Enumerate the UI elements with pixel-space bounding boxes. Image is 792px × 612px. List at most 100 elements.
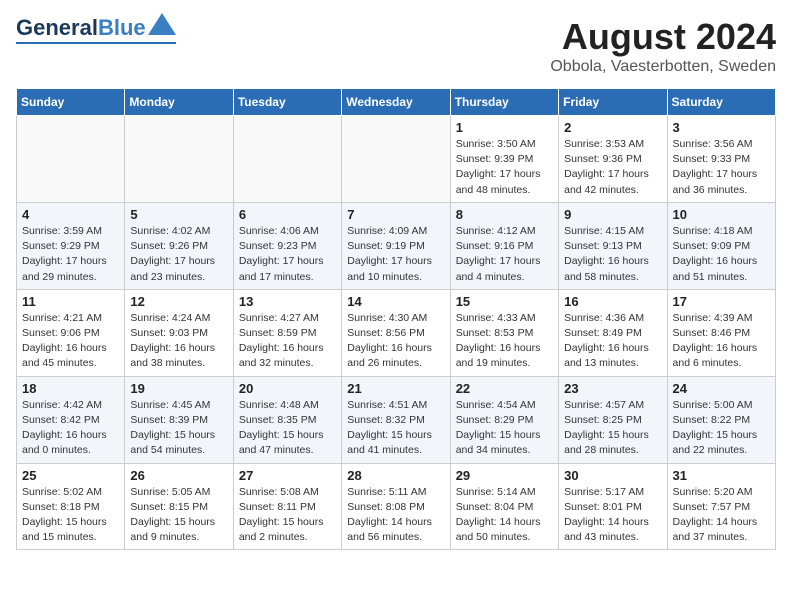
calendar-week-row: 11 Sunrise: 4:21 AM Sunset: 9:06 PM Dayli… <box>17 289 776 376</box>
calendar-week-row: 25 Sunrise: 5:02 AM Sunset: 8:18 PM Dayli… <box>17 463 776 550</box>
day-number: 18 <box>22 381 119 396</box>
day-number: 6 <box>239 207 336 222</box>
calendar-week-row: 18Sunrise: 4:42 AM Sunset: 8:42 PM Dayli… <box>17 376 776 463</box>
calendar-cell: 12 Sunrise: 4:24 AM Sunset: 9:03 PM Dayli… <box>125 289 233 376</box>
calendar-cell: 4 Sunrise: 3:59 AM Sunset: 9:29 PM Daylig… <box>17 202 125 289</box>
logo-icon <box>148 13 176 35</box>
col-header-sunday: Sunday <box>17 89 125 116</box>
day-info: Sunrise: 3:59 AM Sunset: 9:29 PM Dayligh… <box>22 224 119 285</box>
day-number: 27 <box>239 468 336 483</box>
day-number: 14 <box>347 294 444 309</box>
day-number: 17 <box>673 294 770 309</box>
logo: GeneralBlue <box>16 16 176 44</box>
day-number: 21 <box>347 381 444 396</box>
calendar-cell: 28 Sunrise: 5:11 AM Sunset: 8:08 PM Dayli… <box>342 463 450 550</box>
day-info: Sunrise: 3:50 AM Sunset: 9:39 PM Dayligh… <box>456 137 553 198</box>
calendar-cell: 14 Sunrise: 4:30 AM Sunset: 8:56 PM Dayli… <box>342 289 450 376</box>
day-number: 8 <box>456 207 553 222</box>
day-info: Sunrise: 5:17 AM Sunset: 8:01 PM Dayligh… <box>564 485 661 546</box>
day-info: Sunrise: 4:02 AM Sunset: 9:26 PM Dayligh… <box>130 224 227 285</box>
day-info: Sunrise: 5:02 AM Sunset: 8:18 PM Dayligh… <box>22 485 119 546</box>
day-number: 16 <box>564 294 661 309</box>
day-info: Sunrise: 5:20 AM Sunset: 7:57 PM Dayligh… <box>673 485 770 546</box>
day-info: Sunrise: 4:24 AM Sunset: 9:03 PM Dayligh… <box>130 311 227 372</box>
col-header-thursday: Thursday <box>450 89 558 116</box>
day-info: Sunrise: 4:48 AM Sunset: 8:35 PM Dayligh… <box>239 398 336 459</box>
day-info: Sunrise: 4:30 AM Sunset: 8:56 PM Dayligh… <box>347 311 444 372</box>
calendar-cell: 26 Sunrise: 5:05 AM Sunset: 8:15 PM Dayli… <box>125 463 233 550</box>
calendar-table: SundayMondayTuesdayWednesdayThursdayFrid… <box>16 88 776 550</box>
day-number: 26 <box>130 468 227 483</box>
day-info: Sunrise: 3:53 AM Sunset: 9:36 PM Dayligh… <box>564 137 661 198</box>
calendar-cell: 15Sunrise: 4:33 AM Sunset: 8:53 PM Dayli… <box>450 289 558 376</box>
calendar-header-row: SundayMondayTuesdayWednesdayThursdayFrid… <box>17 89 776 116</box>
calendar-cell: 29 Sunrise: 5:14 AM Sunset: 8:04 PM Dayli… <box>450 463 558 550</box>
calendar-cell: 10Sunrise: 4:18 AM Sunset: 9:09 PM Dayli… <box>667 202 775 289</box>
day-info: Sunrise: 4:21 AM Sunset: 9:06 PM Dayligh… <box>22 311 119 372</box>
col-header-wednesday: Wednesday <box>342 89 450 116</box>
day-number: 19 <box>130 381 227 396</box>
calendar-cell: 19 Sunrise: 4:45 AM Sunset: 8:39 PM Dayli… <box>125 376 233 463</box>
day-info: Sunrise: 5:05 AM Sunset: 8:15 PM Dayligh… <box>130 485 227 546</box>
day-info: Sunrise: 5:14 AM Sunset: 8:04 PM Dayligh… <box>456 485 553 546</box>
calendar-cell: 31 Sunrise: 5:20 AM Sunset: 7:57 PM Dayli… <box>667 463 775 550</box>
day-number: 2 <box>564 120 661 135</box>
calendar-cell: 16 Sunrise: 4:36 AM Sunset: 8:49 PM Dayli… <box>559 289 667 376</box>
calendar-cell <box>233 116 341 203</box>
col-header-monday: Monday <box>125 89 233 116</box>
calendar-cell: 30 Sunrise: 5:17 AM Sunset: 8:01 PM Dayli… <box>559 463 667 550</box>
day-number: 31 <box>673 468 770 483</box>
day-number: 25 <box>22 468 119 483</box>
month-title: August 2024 <box>550 16 776 58</box>
calendar-cell: 24 Sunrise: 5:00 AM Sunset: 8:22 PM Dayli… <box>667 376 775 463</box>
calendar-cell: 8 Sunrise: 4:12 AM Sunset: 9:16 PM Daylig… <box>450 202 558 289</box>
day-info: Sunrise: 5:00 AM Sunset: 8:22 PM Dayligh… <box>673 398 770 459</box>
day-number: 29 <box>456 468 553 483</box>
day-number: 3 <box>673 120 770 135</box>
calendar-cell: 13 Sunrise: 4:27 AM Sunset: 8:59 PM Dayli… <box>233 289 341 376</box>
day-number: 22 <box>456 381 553 396</box>
calendar-cell: 18Sunrise: 4:42 AM Sunset: 8:42 PM Dayli… <box>17 376 125 463</box>
day-info: Sunrise: 4:39 AM Sunset: 8:46 PM Dayligh… <box>673 311 770 372</box>
day-info: Sunrise: 3:56 AM Sunset: 9:33 PM Dayligh… <box>673 137 770 198</box>
calendar-cell: 5 Sunrise: 4:02 AM Sunset: 9:26 PM Daylig… <box>125 202 233 289</box>
day-number: 7 <box>347 207 444 222</box>
calendar-cell: 23 Sunrise: 4:57 AM Sunset: 8:25 PM Dayli… <box>559 376 667 463</box>
calendar-cell: 2 Sunrise: 3:53 AM Sunset: 9:36 PM Daylig… <box>559 116 667 203</box>
day-info: Sunrise: 5:11 AM Sunset: 8:08 PM Dayligh… <box>347 485 444 546</box>
day-info: Sunrise: 4:33 AM Sunset: 8:53 PM Dayligh… <box>456 311 553 372</box>
col-header-tuesday: Tuesday <box>233 89 341 116</box>
day-info: Sunrise: 4:06 AM Sunset: 9:23 PM Dayligh… <box>239 224 336 285</box>
calendar-cell <box>125 116 233 203</box>
calendar-cell: 7 Sunrise: 4:09 AM Sunset: 9:19 PM Daylig… <box>342 202 450 289</box>
logo-text: GeneralBlue <box>16 16 146 40</box>
day-number: 9 <box>564 207 661 222</box>
day-info: Sunrise: 4:12 AM Sunset: 9:16 PM Dayligh… <box>456 224 553 285</box>
day-number: 28 <box>347 468 444 483</box>
day-number: 11 <box>22 294 119 309</box>
page-header: GeneralBlue August 2024 Obbola, Vaesterb… <box>16 16 776 76</box>
day-number: 1 <box>456 120 553 135</box>
day-info: Sunrise: 4:54 AM Sunset: 8:29 PM Dayligh… <box>456 398 553 459</box>
day-info: Sunrise: 4:27 AM Sunset: 8:59 PM Dayligh… <box>239 311 336 372</box>
day-number: 4 <box>22 207 119 222</box>
calendar-cell <box>17 116 125 203</box>
col-header-friday: Friday <box>559 89 667 116</box>
day-info: Sunrise: 4:15 AM Sunset: 9:13 PM Dayligh… <box>564 224 661 285</box>
day-number: 13 <box>239 294 336 309</box>
day-info: Sunrise: 4:18 AM Sunset: 9:09 PM Dayligh… <box>673 224 770 285</box>
day-info: Sunrise: 4:09 AM Sunset: 9:19 PM Dayligh… <box>347 224 444 285</box>
day-number: 5 <box>130 207 227 222</box>
calendar-cell: 21Sunrise: 4:51 AM Sunset: 8:32 PM Dayli… <box>342 376 450 463</box>
day-info: Sunrise: 4:45 AM Sunset: 8:39 PM Dayligh… <box>130 398 227 459</box>
day-number: 24 <box>673 381 770 396</box>
calendar-cell: 25 Sunrise: 5:02 AM Sunset: 8:18 PM Dayli… <box>17 463 125 550</box>
day-number: 23 <box>564 381 661 396</box>
day-info: Sunrise: 4:57 AM Sunset: 8:25 PM Dayligh… <box>564 398 661 459</box>
day-number: 30 <box>564 468 661 483</box>
day-info: Sunrise: 4:36 AM Sunset: 8:49 PM Dayligh… <box>564 311 661 372</box>
location-subtitle: Obbola, Vaesterbotten, Sweden <box>550 58 776 76</box>
calendar-cell <box>342 116 450 203</box>
day-number: 12 <box>130 294 227 309</box>
calendar-cell: 3 Sunrise: 3:56 AM Sunset: 9:33 PM Daylig… <box>667 116 775 203</box>
